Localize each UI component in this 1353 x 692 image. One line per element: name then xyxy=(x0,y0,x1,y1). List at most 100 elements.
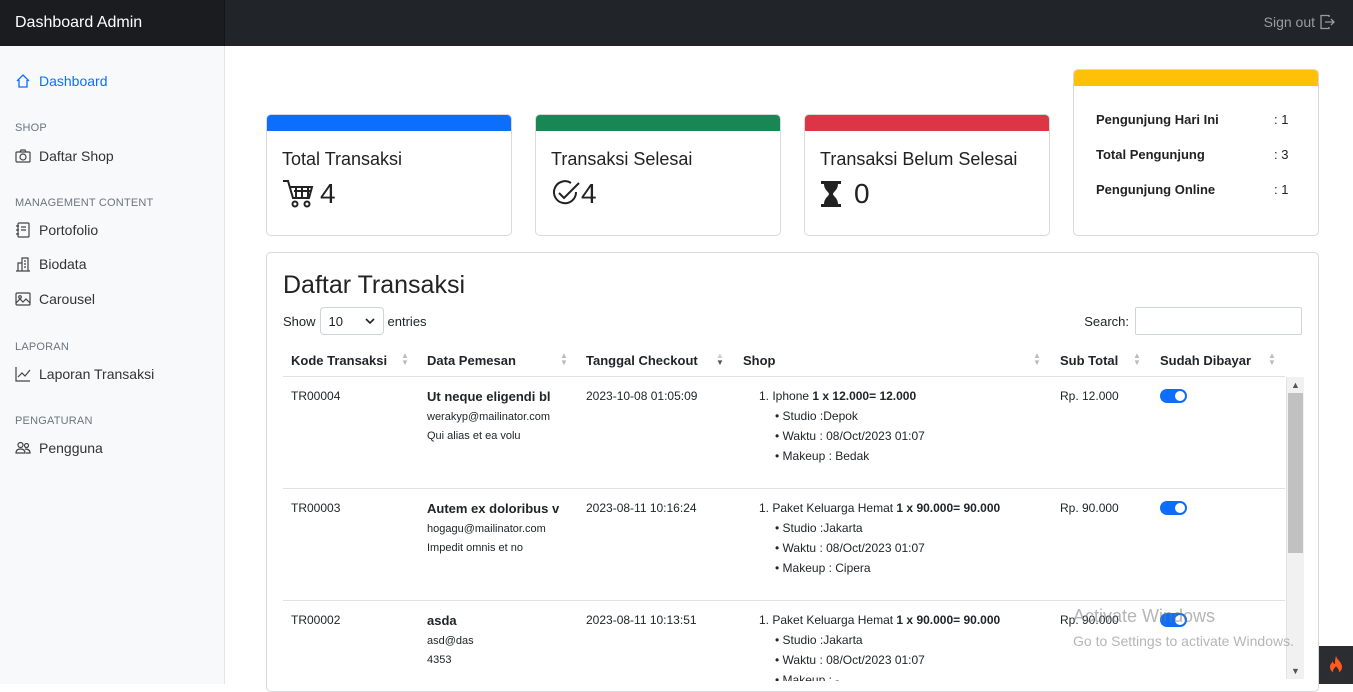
brand-title[interactable]: Dashboard Admin xyxy=(0,0,225,46)
paid-toggle[interactable] xyxy=(1160,501,1187,515)
signout-icon xyxy=(1320,14,1335,30)
sort-icon: ▲ ▼ xyxy=(1033,351,1041,367)
sidebar-item-carousel[interactable]: Carousel xyxy=(15,291,95,307)
shop-item: 1. Iphone 1 x 12.000= 12.000 xyxy=(759,389,925,403)
scrollbar-thumb[interactable] xyxy=(1288,393,1303,553)
entries-label: entries xyxy=(387,313,427,329)
toggle-switch xyxy=(1160,389,1187,403)
sidebar-label: Biodata xyxy=(39,256,87,272)
section-heading-laporan: LAPORAN xyxy=(15,341,69,353)
sort-icon: ▲ ▼ xyxy=(1268,351,1276,367)
card-color-bar xyxy=(267,115,511,131)
table-title: Daftar Transaksi xyxy=(283,271,466,299)
stat-label: Total Pengunjung xyxy=(1096,147,1205,162)
stat-value: : 1 xyxy=(1274,182,1289,197)
cell-pemesan: Ut neque eligendi bl werakyp@mailinator.… xyxy=(427,389,551,442)
stat-row: Pengunjung Online : 1 xyxy=(1096,172,1296,207)
cell-tanggal: 2023-10-08 01:05:09 xyxy=(586,389,698,403)
sidebar-item-portofolio[interactable]: Portofolio xyxy=(15,222,98,238)
shop-item: 1. Paket Keluarga Hemat 1 x 90.000= 90.0… xyxy=(759,613,1000,627)
scroll-up-icon[interactable]: ▲ xyxy=(1291,380,1300,390)
stat-card-transaksi-selesai: Transaksi Selesai 4 xyxy=(535,114,781,236)
detail-studio: Studio :Jakarta xyxy=(782,521,863,535)
card-title: Transaksi Belum Selesai xyxy=(820,149,1018,169)
cell-pemesan: Autem ex doloribus v hogagu@mailinator.c… xyxy=(427,501,559,554)
flame-glyph xyxy=(1330,656,1342,674)
entries-value: 10 xyxy=(328,313,343,329)
shop-detail: • Makeup : Bedak xyxy=(775,449,870,463)
shop-detail: • Studio :Jakarta xyxy=(775,633,863,647)
detail-makeup: Makeup : - xyxy=(782,673,840,681)
cell-shop: 1. Iphone 1 x 12.000= 12.000 • Studio :D… xyxy=(759,389,925,463)
watermark-title: Activate Windows xyxy=(1073,606,1216,626)
column-header-pemesan[interactable]: Data Pemesan xyxy=(427,353,516,368)
shop-detail: • Studio :Depok xyxy=(775,409,858,423)
stat-card-transaksi-belum-selesai: Transaksi Belum Selesai 0 xyxy=(804,114,1050,236)
item-name: 1. Paket Keluarga Hemat xyxy=(759,501,897,515)
column-header-shop[interactable]: Shop xyxy=(743,353,776,368)
shop-detail: • Makeup : - xyxy=(775,673,1000,681)
sidebar-label: Portofolio xyxy=(39,222,99,238)
customer-email: asd@das xyxy=(427,635,474,647)
sidebar-item-pengguna[interactable]: Pengguna xyxy=(15,440,103,456)
table-row: TR00004 Ut neque eligendi bl werakyp@mai… xyxy=(283,377,1285,489)
item-name: 1. Paket Keluarga Hemat xyxy=(759,613,897,627)
column-header-tanggal[interactable]: Tanggal Checkout xyxy=(586,353,698,368)
entries-select[interactable]: 10 xyxy=(319,307,384,335)
header-label: Tanggal Checkout xyxy=(586,353,698,368)
customer-email: werakyp@mailinator.com xyxy=(427,411,551,423)
show-label: Show xyxy=(283,313,316,329)
sidebar-item-dashboard[interactable]: Dashboard xyxy=(15,73,108,89)
column-header-subtotal[interactable]: Sub Total xyxy=(1060,353,1118,368)
chevron-down-icon xyxy=(364,317,375,324)
sidebar-item-laporan-transaksi[interactable]: Laporan Transaksi xyxy=(15,366,154,382)
sidebar-label: Laporan Transaksi xyxy=(39,366,155,382)
detail-waktu: Waktu : 08/Oct/2023 01:07 xyxy=(782,541,925,555)
scroll-down-icon[interactable]: ▼ xyxy=(1291,666,1300,676)
camera-icon xyxy=(15,149,31,163)
signout-link[interactable]: Sign out xyxy=(1264,14,1335,30)
cell-kode: TR00004 xyxy=(291,389,341,403)
check-circle-icon xyxy=(553,180,580,205)
shop-detail: • Waktu : 08/Oct/2023 01:07 xyxy=(775,429,925,443)
item-qty: 1 x 90.000= 90.000 xyxy=(896,501,1001,515)
graph-up-icon xyxy=(15,367,31,382)
customer-name: asda xyxy=(427,613,457,628)
sort-desc-icon: ▲ ▼ xyxy=(716,351,724,367)
paid-toggle[interactable] xyxy=(1160,389,1187,403)
stat-row: Pengunjung Hari Ini: 1 xyxy=(1096,102,1296,137)
sidebar: Dashboard SHOP Daftar Shop MANAGEMENT CO… xyxy=(0,46,225,684)
stat-label: Pengunjung Online xyxy=(1096,182,1216,197)
table-header: Kode Transaksi ▲ ▼ Data Pemesan ▲ ▼ Tangga… xyxy=(283,347,1285,377)
table-row: TR00003 Autem ex doloribus v hogagu@mail… xyxy=(283,489,1285,601)
section-heading-content: MANAGEMENT CONTENT xyxy=(15,197,154,209)
image-icon xyxy=(15,292,31,306)
detail-studio: Studio :Depok xyxy=(782,409,858,423)
detail-makeup: Makeup : Cipera xyxy=(782,561,871,575)
detail-waktu: Waktu : 08/Oct/2023 01:07 xyxy=(782,429,925,443)
hourglass-icon xyxy=(821,181,841,207)
sidebar-item-biodata[interactable]: Biodata xyxy=(15,256,86,272)
fire-icon[interactable] xyxy=(1319,646,1353,684)
card-title: Total Transaksi xyxy=(282,149,403,169)
column-header-dibayar[interactable]: Sudah Dibayar xyxy=(1160,353,1251,368)
item-qty: 1 x 12.000= 12.000 xyxy=(812,389,917,403)
journal-icon xyxy=(16,222,30,238)
cell-tanggal: 2023-08-11 10:16:24 xyxy=(586,501,697,515)
header-label: Data Pemesan xyxy=(427,353,516,368)
search-label: Search: xyxy=(1084,313,1129,329)
stat-value: : 3 xyxy=(1274,147,1289,162)
cell-kode: TR00002 xyxy=(291,613,341,627)
column-header-kode[interactable]: Kode Transaksi xyxy=(291,353,387,368)
sort-icon: ▲ ▼ xyxy=(1133,351,1141,367)
buildings-icon xyxy=(16,257,30,272)
sidebar-label: Pengguna xyxy=(39,440,103,456)
cell-tanggal: 2023-08-11 10:13:51 xyxy=(586,613,697,627)
cell-shop: 1. Paket Keluarga Hemat 1 x 90.000= 90.0… xyxy=(759,501,1000,575)
sidebar-label: Dashboard xyxy=(39,73,108,89)
search-input[interactable] xyxy=(1135,307,1302,335)
sidebar-item-daftar-shop[interactable]: Daftar Shop xyxy=(15,148,114,164)
card-value: 0 xyxy=(854,178,870,209)
stat-row: Total Pengunjung : 3 xyxy=(1096,137,1296,172)
item-qty: 1 x 90.000= 90.000 xyxy=(896,613,1001,627)
